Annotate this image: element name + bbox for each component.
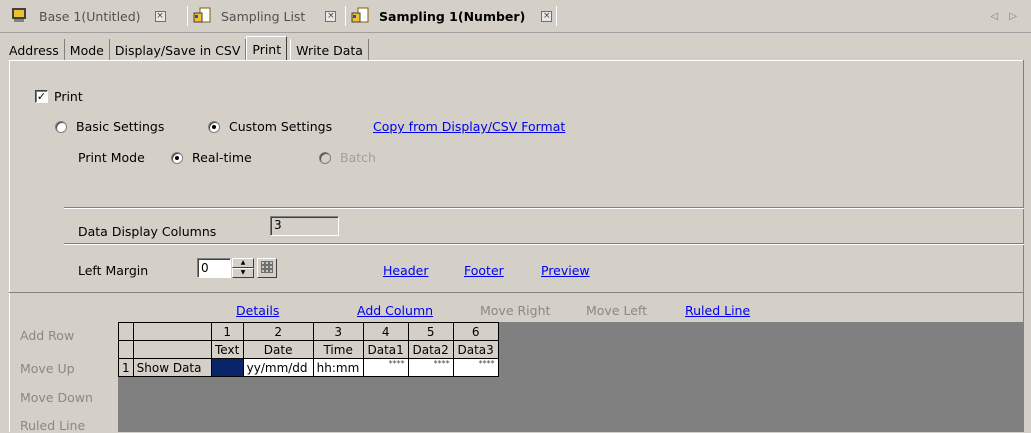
- radio-button[interactable]: [55, 120, 67, 133]
- move-down-button[interactable]: Move Down: [20, 390, 93, 405]
- col-number[interactable]: 3: [312, 322, 364, 341]
- realtime-radio[interactable]: Real-time: [171, 150, 252, 165]
- col-number[interactable]: 6: [452, 322, 499, 341]
- separator: [64, 207, 1024, 209]
- tab-mode[interactable]: Mode: [65, 39, 110, 60]
- grid-header-row: Text Date Time Data1 Data2 Data3: [118, 340, 499, 359]
- print-checkbox[interactable]: ✓: [35, 90, 48, 103]
- tab-divider: [345, 6, 346, 26]
- data-display-columns-field: 3: [270, 216, 339, 236]
- ruled-line-side-button[interactable]: Ruled Line: [20, 418, 85, 433]
- add-row-button[interactable]: Add Row: [20, 328, 74, 343]
- grid-corner: [132, 322, 212, 341]
- footer-link[interactable]: Footer: [464, 263, 504, 278]
- batch-radio[interactable]: Batch: [319, 150, 376, 165]
- grid-cell-time[interactable]: hh:mm: [312, 358, 364, 377]
- data-display-columns-label: Data Display Columns: [78, 224, 217, 239]
- move-left-button[interactable]: Move Left: [586, 303, 647, 318]
- grid-cell-date[interactable]: yy/mm/dd: [242, 358, 314, 377]
- close-icon[interactable]: ×: [154, 10, 166, 22]
- tab-scroll-arrows[interactable]: ◁ ▷: [990, 11, 1021, 22]
- doc-tab-base1[interactable]: Base 1(Untitled) ×: [11, 5, 166, 27]
- col-header[interactable]: Date: [242, 340, 314, 359]
- col-header[interactable]: Data1: [362, 340, 409, 359]
- radio-button[interactable]: [171, 151, 183, 164]
- stepper-up-icon[interactable]: ▲: [232, 258, 254, 268]
- custom-settings-radio[interactable]: Custom Settings: [208, 119, 332, 134]
- tab-write-data[interactable]: Write Data: [290, 39, 369, 60]
- move-up-button[interactable]: Move Up: [20, 361, 75, 376]
- col-number[interactable]: 4: [362, 322, 409, 341]
- grid-cell-data2[interactable]: ****: [407, 358, 454, 377]
- close-icon[interactable]: ×: [541, 10, 553, 22]
- doc-tab-label: Sampling List: [221, 8, 306, 24]
- tab-divider: [556, 6, 557, 26]
- basic-settings-label: Basic Settings: [76, 119, 165, 134]
- sampling-icon: [193, 7, 211, 26]
- screen-icon: [11, 7, 27, 26]
- left-margin-input[interactable]: 0: [197, 258, 231, 278]
- settings-tab-strip: Address Mode Display/Save in CSV Print W…: [4, 36, 369, 61]
- print-checkbox-label: Print: [54, 89, 83, 104]
- keypad-button[interactable]: [257, 258, 277, 278]
- keypad-icon: [260, 260, 274, 277]
- separator: [64, 243, 1024, 245]
- grid-cell-data3[interactable]: ****: [452, 358, 499, 377]
- close-icon[interactable]: ×: [325, 10, 337, 22]
- stepper-down-icon[interactable]: ▼: [232, 268, 254, 278]
- custom-settings-label: Custom Settings: [229, 119, 333, 134]
- grid-cell-data1[interactable]: ****: [362, 358, 409, 377]
- move-right-button[interactable]: Move Right: [480, 303, 550, 318]
- doc-tab-label: Base 1(Untitled): [39, 8, 141, 24]
- preview-link[interactable]: Preview: [541, 263, 590, 278]
- realtime-label: Real-time: [192, 150, 252, 165]
- grid-cell-text[interactable]: [210, 358, 244, 377]
- basic-settings-radio[interactable]: Basic Settings: [55, 119, 164, 134]
- add-column-link[interactable]: Add Column: [357, 303, 433, 318]
- details-link[interactable]: Details: [236, 303, 279, 318]
- tab-display-save-csv[interactable]: Display/Save in CSV: [110, 39, 247, 60]
- col-number[interactable]: 1: [210, 322, 244, 341]
- doc-tab-label: Sampling 1(Number): [379, 8, 526, 24]
- tab-divider: [187, 6, 188, 26]
- col-number[interactable]: 2: [242, 322, 314, 341]
- left-margin-label: Left Margin: [78, 263, 149, 278]
- doc-tab-sampling1-number[interactable]: Sampling 1(Number) ×: [351, 5, 553, 27]
- print-checkbox-row[interactable]: ✓ Print: [35, 89, 83, 104]
- grid-corner: [132, 340, 212, 359]
- batch-label: Batch: [340, 150, 376, 165]
- print-mode-label: Print Mode: [78, 150, 145, 165]
- grid-corner: [118, 322, 134, 341]
- tab-address[interactable]: Address: [4, 39, 65, 60]
- radio-button[interactable]: [319, 151, 331, 164]
- sampling-icon: [351, 7, 369, 26]
- row-label[interactable]: Show Data: [132, 358, 212, 377]
- col-header[interactable]: Text: [210, 340, 244, 359]
- radio-button[interactable]: [208, 120, 220, 133]
- col-header[interactable]: Time: [312, 340, 364, 359]
- copy-from-display-csv-link[interactable]: Copy from Display/CSV Format: [373, 119, 565, 134]
- print-format-grid: 1 2 3 4 5 6 Text Date Time Data1 Data2 D…: [118, 322, 499, 377]
- header-link[interactable]: Header: [383, 263, 429, 278]
- doc-tab-sampling-list[interactable]: Sampling List ×: [193, 5, 337, 27]
- grid-corner: [118, 340, 134, 359]
- row-number[interactable]: 1: [118, 358, 134, 377]
- col-header[interactable]: Data3: [452, 340, 499, 359]
- col-number[interactable]: 5: [407, 322, 454, 341]
- grid-col-number-row: 1 2 3 4 5 6: [118, 322, 499, 341]
- ruled-line-link[interactable]: Ruled Line: [685, 303, 750, 318]
- col-header[interactable]: Data2: [407, 340, 454, 359]
- tab-print[interactable]: Print: [246, 36, 288, 60]
- table-row[interactable]: 1 Show Data yy/mm/dd hh:mm **** **** ***…: [118, 358, 499, 377]
- left-margin-stepper[interactable]: ▲ ▼: [232, 258, 254, 278]
